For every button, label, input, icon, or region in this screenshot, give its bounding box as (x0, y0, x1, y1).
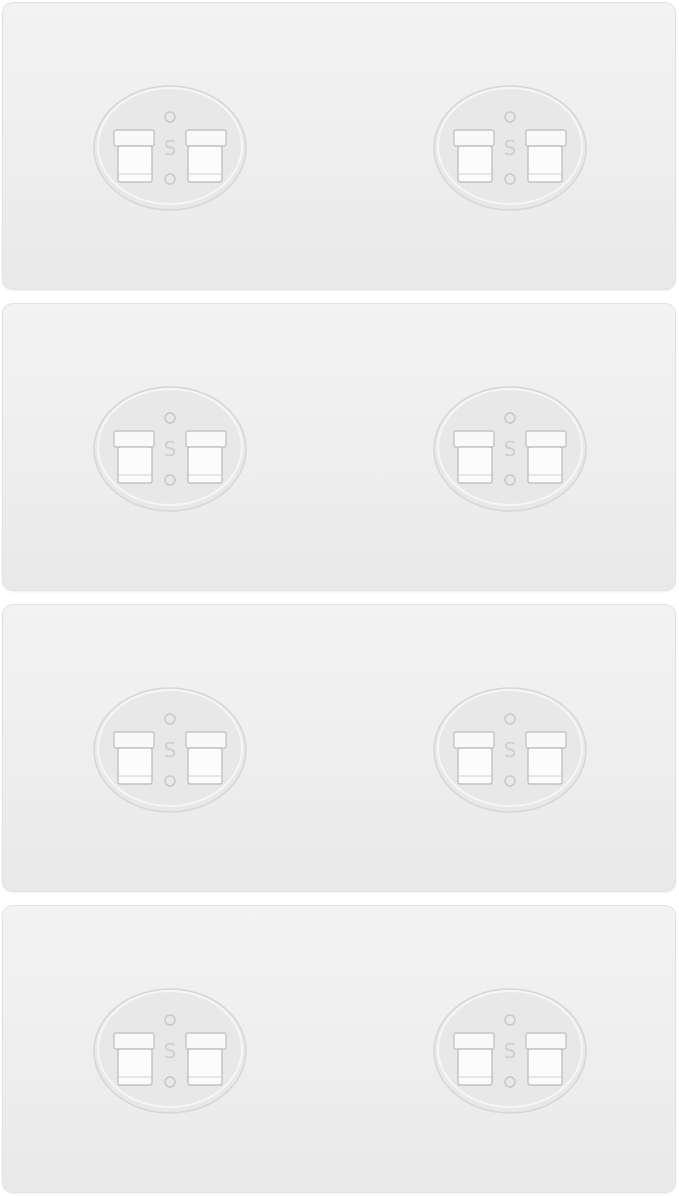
clip-right (525, 430, 567, 484)
hook-base-left: S (93, 386, 247, 512)
hook-base-right: S (433, 386, 587, 512)
plate-1-drawing: S S (93, 85, 587, 211)
clip-right (525, 129, 567, 183)
clip-left (453, 129, 495, 183)
clip-left (453, 1032, 495, 1086)
clip-right (185, 430, 227, 484)
hook-letter: S (504, 437, 517, 461)
mount-plate-2: S S (2, 303, 676, 591)
clip-left (113, 731, 155, 785)
clip-right (185, 1032, 227, 1086)
plate-4-drawing: S S (93, 988, 587, 1114)
clip-left (113, 129, 155, 183)
clip-left (453, 731, 495, 785)
clip-left (113, 430, 155, 484)
hook-letter: S (164, 437, 177, 461)
mount-plate-4: S S (2, 905, 676, 1193)
hook-base-left: S (93, 85, 247, 211)
clip-right (525, 731, 567, 785)
clip-left (113, 1032, 155, 1086)
clip-right (185, 731, 227, 785)
hook-letter: S (164, 1039, 177, 1063)
clip-right (525, 1032, 567, 1086)
hook-letter: S (164, 136, 177, 160)
mount-plate-3: S S (2, 604, 676, 892)
hook-base-right: S (433, 988, 587, 1114)
plate-3-drawing: S S (93, 687, 587, 813)
clip-right (185, 129, 227, 183)
hook-base-right: S (433, 85, 587, 211)
hook-letter: S (504, 1039, 517, 1063)
plate-2-drawing: S S (93, 386, 587, 512)
hook-base-left: S (93, 687, 247, 813)
hook-letter: S (504, 738, 517, 762)
mount-plate-1: S S (2, 2, 676, 290)
hook-base-right: S (433, 687, 587, 813)
hook-base-left: S (93, 988, 247, 1114)
hook-letter: S (164, 738, 177, 762)
hook-letter: S (504, 136, 517, 160)
clip-left (453, 430, 495, 484)
